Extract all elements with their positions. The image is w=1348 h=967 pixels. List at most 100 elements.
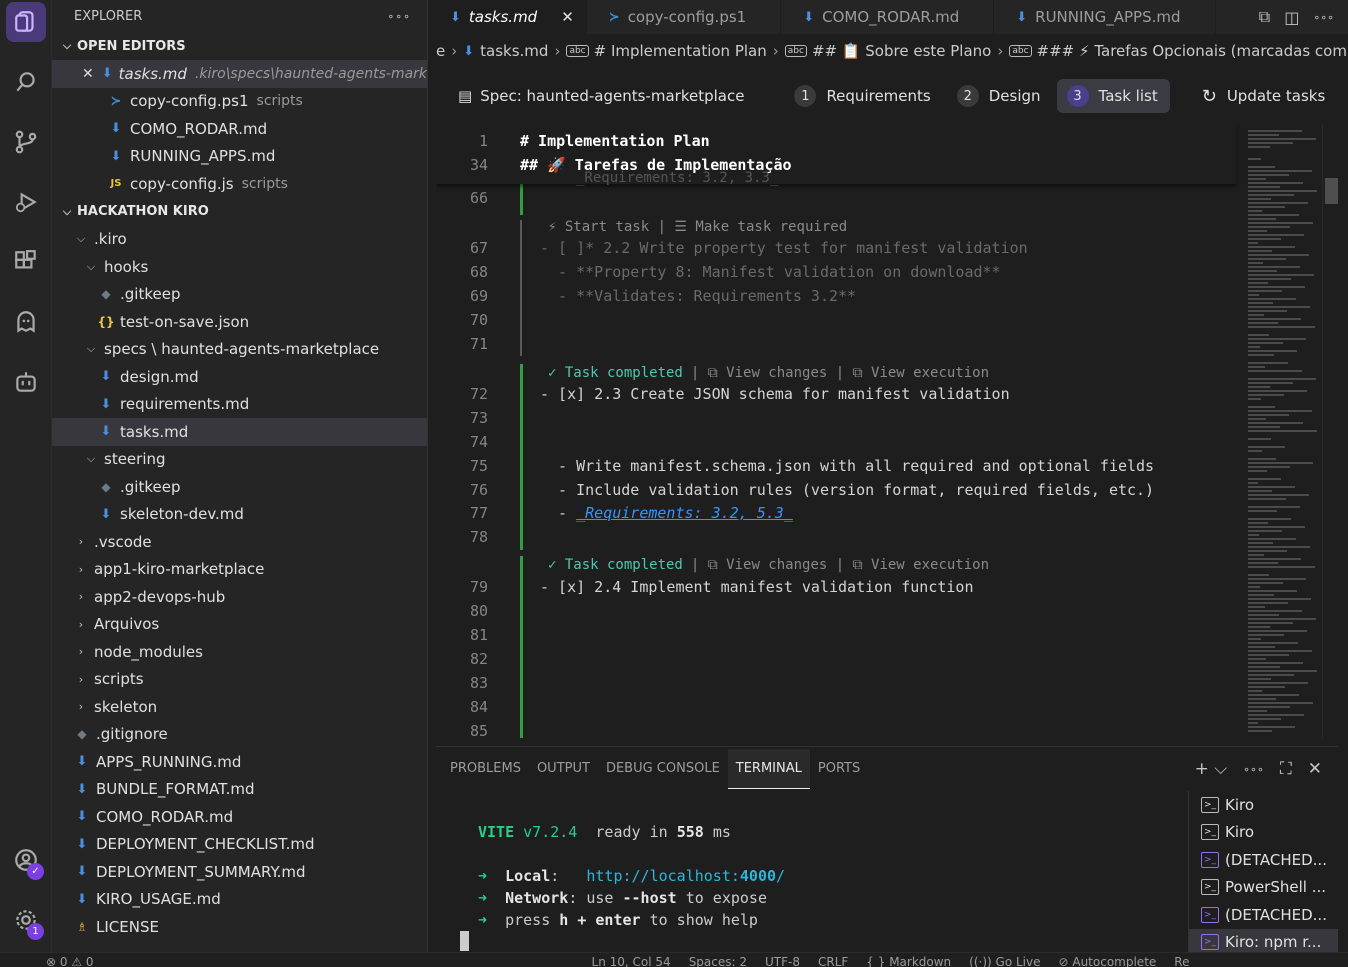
kiro-logo-icon[interactable] — [6, 2, 46, 42]
tree-item[interactable]: ◆ .gitignore — [52, 721, 427, 749]
problems-status[interactable]: ⊗ 0 ⚠ 0 — [46, 953, 94, 967]
open-preview-icon[interactable]: ⧉ — [1259, 7, 1270, 27]
tree-item[interactable]: › skeleton — [52, 693, 427, 721]
tree-item[interactable]: {} test-on-save.json — [52, 308, 427, 336]
spec-step-design[interactable]: 2 Design — [947, 79, 1053, 113]
terminal-instance[interactable]: >_ (DETACHED... — [1189, 901, 1338, 929]
tree-item[interactable]: ◆ .gitkeep — [52, 473, 427, 501]
tree-item[interactable]: ⬇ tasks.md — [52, 418, 427, 446]
editor-scrollbar[interactable] — [1322, 124, 1338, 738]
status-extra[interactable]: Re — [1174, 953, 1189, 967]
tree-item[interactable]: ⌵ specs \ haunted-agents-marketplace — [52, 336, 427, 364]
close-icon[interactable]: ✕ — [82, 66, 94, 82]
close-panel-icon[interactable]: ✕ — [1308, 759, 1322, 779]
tree-item[interactable]: › scripts — [52, 666, 427, 694]
spec-step-task-list[interactable]: 3 Task list — [1056, 79, 1170, 113]
code-line[interactable]: - [ ]* 2.2 Write property test for manif… — [540, 239, 1028, 257]
tree-item[interactable]: ⬇ DEPLOYMENT_CHECKLIST.md — [52, 831, 427, 859]
terminal-instance[interactable]: >_ (DETACHED... — [1189, 846, 1338, 874]
tree-item[interactable]: ⬇ KIRO_USAGE.md — [52, 886, 427, 914]
source-control-icon[interactable] — [6, 122, 46, 162]
split-editor-icon[interactable]: ◫ — [1284, 8, 1299, 27]
tree-item[interactable]: ⬇ design.md — [52, 363, 427, 391]
tree-item[interactable]: ⬇ APPS_RUNNING.md — [52, 748, 427, 776]
go-live-button[interactable]: ((·)) Go Live — [969, 953, 1040, 967]
close-tab-icon[interactable]: ✕ — [561, 8, 574, 26]
requirements-link[interactable]: _Requirements: 3.2, 5.3_ — [576, 504, 793, 522]
tree-item[interactable]: ⌵ steering — [52, 446, 427, 474]
panel-tab-debug-console[interactable]: DEBUG CONSOLE — [598, 749, 728, 789]
scroll-thumb[interactable] — [1325, 178, 1338, 204]
spec-step-requirements[interactable]: 1 Requirements — [784, 79, 942, 113]
minimap[interactable] — [1244, 124, 1322, 738]
tree-item[interactable]: ⬇ DEPLOYMENT_SUMMARY.md — [52, 858, 427, 886]
tab-running-apps-md[interactable]: ⬇ RUNNING_APPS.md — [994, 0, 1216, 34]
tree-item[interactable]: ⌵ hooks — [52, 253, 427, 281]
open-editor-item[interactable]: ✕⬇COMO_RODAR.md — [52, 115, 427, 143]
extensions-icon[interactable] — [6, 242, 46, 282]
panel-tab-terminal[interactable]: TERMINAL — [727, 749, 810, 789]
sticky-scroll-header[interactable]: _Requirements: 3.2, 3.3_ 1 # Implementatio… — [436, 124, 1236, 186]
breadcrumb-item[interactable]: abc # Implementation Plan — [566, 42, 767, 60]
tab-como-rodar-md[interactable]: ⬇ COMO_RODAR.md — [781, 0, 995, 34]
terminal-instance[interactable]: >_ PowerShell ... — [1189, 874, 1338, 902]
codelens-task-completed[interactable]: ✓ Task completed | ⧉ View changes | ⧉ Vie… — [548, 557, 989, 573]
panel-tab-problems[interactable]: PROBLEMS — [442, 749, 529, 789]
code-line[interactable]: - _Requirements: 3.2, 5.3_ — [540, 504, 793, 522]
tree-item[interactable]: ⬇ BUNDLE_FORMAT.md — [52, 776, 427, 804]
breadcrumb-item[interactable]: abc ## 📋 Sobre este Plano — [784, 42, 991, 60]
encoding-status[interactable]: UTF-8 — [765, 953, 800, 967]
tree-item[interactable]: › Arquivos — [52, 611, 427, 639]
tree-item[interactable]: › app1-kiro-marketplace — [52, 556, 427, 584]
code-line[interactable]: - **Property 8: Manifest validation on d… — [540, 263, 1001, 281]
breadcrumb-item[interactable]: abc ### ⚡ Tarefas Opcionais (marcadas com… — [1009, 42, 1348, 60]
tree-item[interactable]: ⬇ skeleton-dev.md — [52, 501, 427, 529]
tree-item[interactable]: › app2-devops-hub — [52, 583, 427, 611]
open-editor-item[interactable]: ✕≻copy-config.ps1scripts — [52, 88, 427, 116]
tab-tasks-md[interactable]: ⬇ tasks.md ✕ — [428, 0, 587, 34]
tree-item[interactable]: ⌵ .kiro — [52, 226, 427, 254]
eol-status[interactable]: CRLF — [818, 953, 848, 967]
kiro-ghost-icon[interactable] — [6, 302, 46, 342]
new-terminal-icon[interactable]: + ⌵ — [1195, 759, 1228, 779]
explorer-more-icon[interactable]: ∘∘∘ — [387, 10, 411, 23]
more-actions-icon[interactable]: ∘∘∘ — [1313, 11, 1334, 24]
code-line[interactable]: - Write manifest.schema.json with all re… — [540, 457, 1154, 475]
search-icon[interactable] — [6, 62, 46, 102]
workspace-header[interactable]: ⌵ HACKATHON KIRO — [52, 198, 427, 226]
tree-item[interactable]: ⬇ requirements.md — [52, 391, 427, 419]
update-tasks-button[interactable]: ↻ Update tasks — [1202, 86, 1326, 107]
robot-icon[interactable] — [6, 362, 46, 402]
open-editor-item[interactable]: ✕ ⬇ tasks.md .kiro\specs\haunted-agents-mar… — [52, 60, 427, 88]
terminal-output[interactable]: VITE v7.2.4 ready in 558 ms ➜ Local: htt… — [478, 821, 785, 931]
maximize-panel-icon[interactable]: ⛶ — [1280, 759, 1292, 779]
tree-item[interactable]: ◆ .gitkeep — [52, 281, 427, 309]
code-line[interactable]: - [x] 2.3 Create JSON schema for manifes… — [540, 385, 1010, 403]
code-line[interactable]: - [x] 2.4 Implement manifest validation … — [540, 578, 973, 596]
settings-gear-icon[interactable]: 1 — [6, 900, 46, 940]
tree-item[interactable]: ⬇ COMO_RODAR.md — [52, 803, 427, 831]
code-line[interactable]: - Include validation rules (version form… — [540, 481, 1154, 499]
language-mode[interactable]: { } Markdown — [866, 953, 951, 967]
open-editor-item[interactable]: ✕JScopy-config.jsscripts — [52, 170, 427, 198]
panel-tab-output[interactable]: OUTPUT — [529, 749, 598, 789]
local-url[interactable]: http://localhost:4000/ — [586, 867, 785, 885]
run-debug-icon[interactable] — [6, 182, 46, 222]
tab-copy-config-ps1[interactable]: ≻ copy-config.ps1 — [587, 0, 782, 34]
code-editor[interactable]: 66 67 - [ ]* 2.2 Write property test for m… — [436, 124, 1338, 738]
codelens-pending[interactable]: ⚡ Start task | ☰ Make task required — [548, 219, 847, 235]
terminal-instance[interactable]: >_ Kiro — [1189, 819, 1338, 847]
indent-status[interactable]: Spaces: 2 — [689, 953, 747, 967]
cursor-position[interactable]: Ln 10, Col 54 — [592, 953, 671, 967]
sticky-heading[interactable]: # Implementation Plan — [520, 132, 710, 150]
open-editors-header[interactable]: ⌵ OPEN EDITORS — [52, 32, 427, 60]
codelens-task-completed[interactable]: ✓ Task completed | ⧉ View changes | ⧉ Vie… — [548, 365, 989, 381]
sticky-heading[interactable]: ## 🚀 Tarefas de Implementação — [520, 156, 792, 174]
account-icon[interactable]: ✓ — [6, 840, 46, 880]
breadcrumb-item[interactable]: ⬇ tasks.md — [463, 42, 548, 60]
breadcrumb-item[interactable]: e — [436, 42, 445, 60]
panel-more-icon[interactable]: ∘∘∘ — [1243, 759, 1264, 779]
code-line[interactable]: - **Validates: Requirements 3.2** — [540, 287, 856, 305]
tree-item[interactable]: ♗ LICENSE — [52, 913, 427, 941]
tree-item[interactable]: › .vscode — [52, 528, 427, 556]
